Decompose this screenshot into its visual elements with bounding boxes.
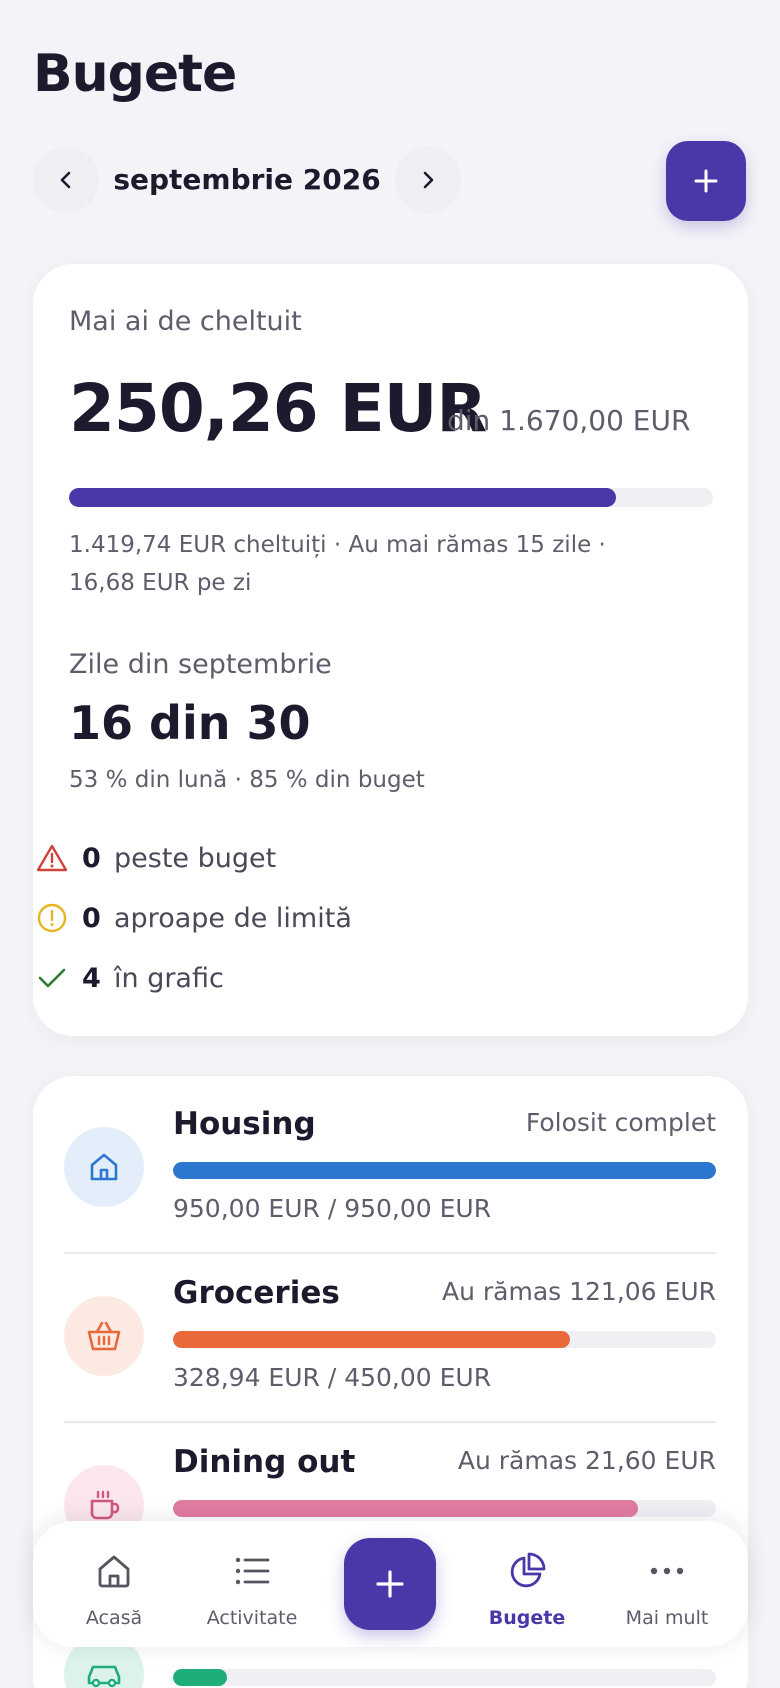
budget-progress-fill (173, 1331, 570, 1348)
previous-month-button[interactable] (33, 147, 99, 213)
per-day-line: 16,68 EUR pe zi (69, 570, 252, 596)
warning-triangle-icon (36, 842, 68, 874)
more-dots-icon (647, 1551, 687, 1591)
over-budget-count: 0 (82, 842, 101, 874)
add-budget-button[interactable] (666, 141, 746, 221)
chevron-right-icon (423, 171, 434, 189)
budget-progress-bar (173, 1331, 716, 1348)
next-month-button[interactable] (395, 147, 461, 213)
pie-chart-icon (507, 1551, 547, 1591)
current-month-label: septembrie 2026 (113, 163, 381, 196)
over-budget-label: peste buget (114, 842, 277, 874)
on-track-count: 4 (82, 962, 101, 994)
home-icon (94, 1551, 134, 1591)
remaining-amount: 250,26 EUR (69, 370, 487, 447)
stat-over-budget: 0 peste buget (36, 838, 276, 878)
budget-status: Au rămas 21,60 EUR (457, 1446, 716, 1475)
tab-more[interactable]: Mai mult (597, 1521, 737, 1647)
chevron-left-icon (60, 171, 71, 189)
summary-progress-bar (69, 488, 713, 507)
tab-label: Mai mult (625, 1607, 709, 1629)
month-navigator: septembrie 2026 (33, 145, 463, 215)
list-icon (232, 1551, 272, 1591)
days-label: Zile din septembrie (69, 649, 332, 680)
tab-label: Bugete (488, 1607, 566, 1629)
home-icon (64, 1127, 144, 1207)
near-limit-label: aproape de limită (114, 902, 352, 934)
stat-near-limit: 0 aproape de limită (36, 898, 352, 938)
remaining-label: Mai ai de cheltuit (69, 306, 302, 337)
plus-icon (694, 169, 718, 193)
budget-item-groceries[interactable]: Groceries Au rămas 121,06 EUR 328,94 EUR… (33, 1245, 748, 1413)
budget-amount: 950,00 EUR / 950,00 EUR (173, 1194, 492, 1223)
tab-label: Activitate (206, 1607, 298, 1629)
basket-icon (64, 1296, 144, 1376)
plus-icon (376, 1570, 404, 1598)
tab-home[interactable]: Acasă (44, 1521, 184, 1647)
tab-activity[interactable]: Activitate (182, 1521, 322, 1647)
days-value: 16 din 30 (69, 696, 311, 750)
page-title: Bugete (33, 44, 237, 104)
percent-line: 53 % din lună · 85 % din buget (69, 767, 425, 793)
budget-progress-fill (173, 1669, 228, 1686)
summary-progress-fill (69, 488, 617, 507)
add-transaction-button[interactable] (344, 1538, 436, 1630)
budgets-screen: Bugete septembrie 2026 Mai ai de cheltui… (0, 0, 780, 1688)
bottom-tab-bar: Acasă Activitate Bugete Mai mult (33, 1521, 748, 1647)
budget-name: Housing (173, 1106, 316, 1142)
budget-status: Folosit complet (525, 1108, 716, 1137)
budget-amount: 328,94 EUR / 450,00 EUR (173, 1363, 492, 1392)
tab-budgets[interactable]: Bugete (457, 1521, 597, 1647)
budget-name: Groceries (173, 1275, 340, 1311)
spent-details-line: 1.419,74 EUR cheltuiți · Au mai rămas 15… (69, 532, 606, 558)
budget-progress-fill (173, 1162, 716, 1179)
budget-progress-bar (173, 1669, 716, 1686)
on-track-label: în grafic (114, 962, 224, 994)
stat-on-track: 4 în grafic (36, 958, 224, 998)
total-budget: din 1.670,00 EUR (447, 404, 691, 437)
budget-name: Dining out (173, 1444, 356, 1480)
check-icon (36, 962, 68, 994)
near-limit-count: 0 (82, 902, 101, 934)
alert-circle-icon (36, 902, 68, 934)
budget-progress-fill (173, 1500, 638, 1517)
budget-progress-bar (173, 1500, 716, 1517)
budget-item-housing[interactable]: Housing Folosit complet 950,00 EUR / 950… (33, 1076, 748, 1244)
budget-progress-bar (173, 1162, 716, 1179)
budget-status: Au rămas 121,06 EUR (441, 1277, 716, 1306)
tab-label: Acasă (85, 1607, 143, 1629)
